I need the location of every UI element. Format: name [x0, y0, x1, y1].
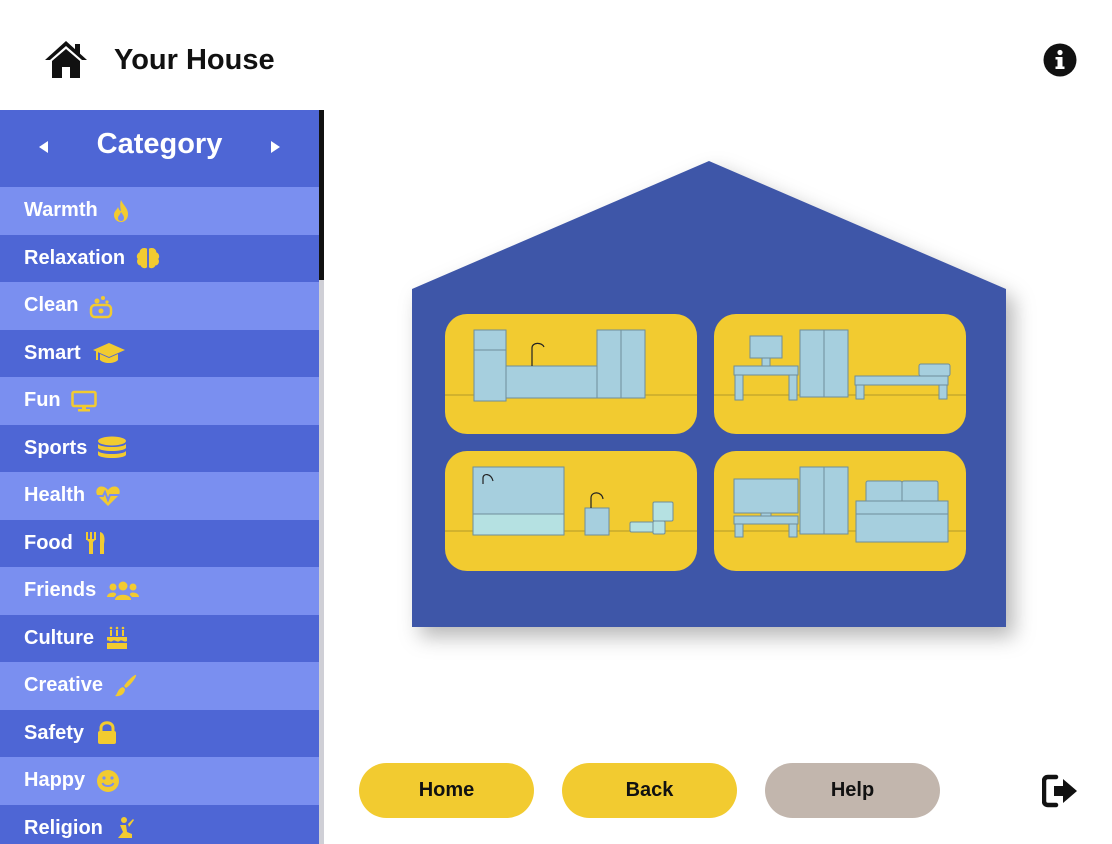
category-item-label: Safety	[24, 721, 85, 744]
category-item-label: Fun	[24, 389, 61, 412]
category-item-friends[interactable]: Friends	[0, 567, 319, 615]
category-item-label: Health	[24, 484, 86, 507]
category-item-fun[interactable]: Fun	[0, 377, 319, 425]
utensils-icon	[85, 532, 105, 555]
category-item-happy[interactable]: Happy	[0, 757, 319, 805]
category-item-label: Culture	[24, 626, 94, 649]
category-item-smart[interactable]: Smart	[0, 329, 319, 377]
database-icon	[98, 436, 127, 459]
users-icon	[107, 581, 140, 600]
category-item-relaxation[interactable]: Relaxation	[0, 234, 319, 282]
page-title: Your House	[114, 44, 275, 76]
category-item-label: Sports	[24, 436, 88, 459]
category-item-warmth[interactable]: Warmth	[0, 187, 319, 235]
sidebar-scrollbar-thumb[interactable]	[319, 110, 324, 280]
monitor-icon	[70, 390, 97, 412]
triangle-right-icon[interactable]	[265, 137, 285, 157]
lock-icon	[98, 721, 117, 745]
paint-brush-icon	[114, 674, 137, 696]
category-header: Category	[0, 110, 319, 187]
category-item-label: Happy	[24, 769, 86, 792]
flame-icon	[113, 199, 128, 222]
praying-icon	[117, 817, 134, 839]
category-item-safety[interactable]: Safety	[0, 709, 319, 757]
office-room[interactable]	[714, 314, 966, 434]
category-item-label: Creative	[24, 674, 103, 697]
category-item-label: Warmth	[24, 199, 98, 222]
category-item-sports[interactable]: Sports	[0, 424, 319, 472]
living-room[interactable]	[714, 451, 966, 571]
category-item-religion[interactable]: Religion	[0, 804, 319, 844]
sign-out-icon[interactable]	[1042, 774, 1080, 808]
category-item-label: Relaxation	[24, 246, 126, 269]
info-circle-icon[interactable]	[1043, 43, 1077, 77]
category-item-clean[interactable]: Clean	[0, 282, 319, 330]
category-item-culture[interactable]: Culture	[0, 614, 319, 662]
help-button[interactable]: Help	[765, 763, 940, 818]
category-item-label: Clean	[24, 294, 79, 317]
category-item-food[interactable]: Food	[0, 519, 319, 567]
category-list: Warmth Relaxation Clean Smart Fun Sports…	[0, 187, 319, 844]
category-item-health[interactable]: Health	[0, 472, 319, 520]
category-item-creative[interactable]: Creative	[0, 662, 319, 710]
smile-icon	[97, 769, 120, 792]
graduation-cap-icon	[92, 343, 125, 364]
bedroom-room[interactable]	[445, 451, 697, 571]
home-button[interactable]: Home	[359, 763, 534, 818]
birthday-cake-icon	[107, 626, 127, 650]
category-item-label: Religion	[24, 816, 103, 839]
back-button[interactable]: Back	[562, 763, 737, 818]
kitchen-room[interactable]	[445, 314, 697, 434]
house-illustration	[412, 160, 1008, 630]
heartbeat-icon	[96, 486, 120, 506]
soap-icon	[90, 295, 113, 318]
category-sidebar: Category Warmth Relaxation Clean Smart F…	[0, 110, 324, 844]
brain-icon	[136, 248, 160, 269]
category-item-label: Food	[24, 531, 73, 554]
category-item-label: Smart	[24, 341, 81, 364]
app-header: Your House	[0, 0, 1112, 110]
home-icon[interactable]	[44, 40, 88, 80]
category-item-label: Friends	[24, 579, 97, 602]
